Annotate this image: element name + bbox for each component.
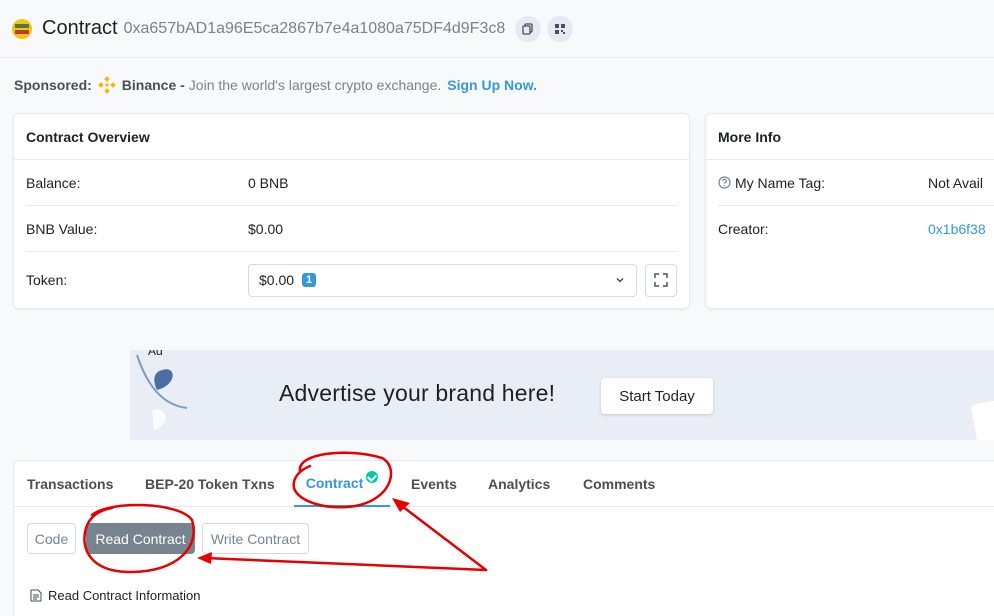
more-info-title: More Info (706, 114, 994, 160)
tab-transactions[interactable]: Transactions (27, 461, 113, 507)
sponsored-banner: Sponsored: Binance - Join the world's la… (14, 76, 537, 94)
more-info-card: More Info My Name Tag: Not Avail Creator… (705, 113, 994, 309)
tabs-card: Transactions BEP-20 Token Txns Contract … (13, 460, 994, 616)
token-count-badge: 1 (302, 273, 317, 287)
name-tag-label-wrap: My Name Tag: (718, 175, 940, 191)
tab-comments[interactable]: Comments (583, 461, 655, 507)
document-icon (30, 589, 42, 602)
creator-address-link[interactable]: 0x1b6f38 (928, 221, 986, 237)
page-header: Contract 0xa657bAD1a96E5ca2867b7e4a1080a… (0, 0, 994, 58)
read-contract-info-label: Read Contract Information (48, 588, 201, 603)
page-title: Contract (42, 17, 118, 39)
bnb-value-label: BNB Value: (26, 220, 98, 237)
balance-label: Balance: (26, 174, 81, 191)
balance-value: 0 BNB (248, 174, 289, 191)
creator-label: Creator: (718, 221, 769, 237)
leaf-decoration-icon (136, 354, 188, 430)
question-circle-icon (718, 176, 731, 189)
token-dropdown[interactable]: $0.00 1 (248, 263, 637, 297)
token-label: Token: (26, 272, 68, 288)
ad-tag: Ad (148, 350, 163, 358)
tab-contract[interactable]: Contract (294, 461, 390, 507)
ad-headline: Advertise your brand here! (279, 380, 556, 406)
tab-bar: Transactions BEP-20 Token Txns Contract … (14, 461, 994, 507)
balance-row: Balance: 0 BNB (26, 160, 677, 206)
copy-icon[interactable] (515, 15, 542, 42)
sponsor-text: Join the world's largest crypto exchange… (188, 77, 442, 93)
name-tag-value: Not Avail (928, 174, 983, 191)
tab-bep20-token-txns[interactable]: BEP-20 Token Txns (145, 461, 275, 507)
contract-overview-card: Contract Overview Balance: 0 BNB BNB Val… (13, 113, 690, 309)
qr-code-icon[interactable] (547, 15, 574, 42)
chevron-down-icon (616, 277, 624, 283)
read-contract-info: Read Contract Information (30, 588, 200, 603)
ad-decoration (970, 399, 994, 440)
start-today-button[interactable]: Start Today (601, 378, 713, 414)
name-tag-row: My Name Tag: Not Avail (718, 160, 994, 206)
token-row: Token: $0.00 1 (26, 257, 677, 303)
ad-banner[interactable]: Ad Advertise your brand here! Start Toda… (130, 350, 994, 440)
sponsor-brand: Binance - (121, 77, 185, 93)
contract-overview-title: Contract Overview (14, 114, 689, 160)
creator-row: Creator: 0x1b6f38 (718, 206, 994, 252)
read-contract-button[interactable]: Read Contract (86, 523, 195, 554)
sponsored-label: Sponsored: (14, 77, 92, 93)
sign-up-link[interactable]: Sign Up Now. (447, 77, 537, 93)
contract-address: 0xa657bAD1a96E5ca2867b7e4a1080a75DF4d9F3… (123, 19, 506, 37)
write-contract-button[interactable]: Write Contract (202, 523, 309, 554)
verified-check-icon (366, 471, 379, 483)
contract-logo-icon (12, 18, 32, 39)
tab-events[interactable]: Events (411, 461, 457, 507)
tab-contract-label: Contract (305, 475, 364, 491)
bnb-value-value: $0.00 (248, 220, 284, 237)
bnb-value-row: BNB Value: $0.00 (26, 206, 677, 252)
expand-icon[interactable] (645, 263, 677, 297)
tab-analytics[interactable]: Analytics (488, 461, 550, 507)
token-value: $0.00 (259, 272, 295, 288)
name-tag-label: My Name Tag: (735, 174, 825, 191)
code-button[interactable]: Code (27, 523, 76, 554)
binance-logo-icon (97, 76, 116, 94)
